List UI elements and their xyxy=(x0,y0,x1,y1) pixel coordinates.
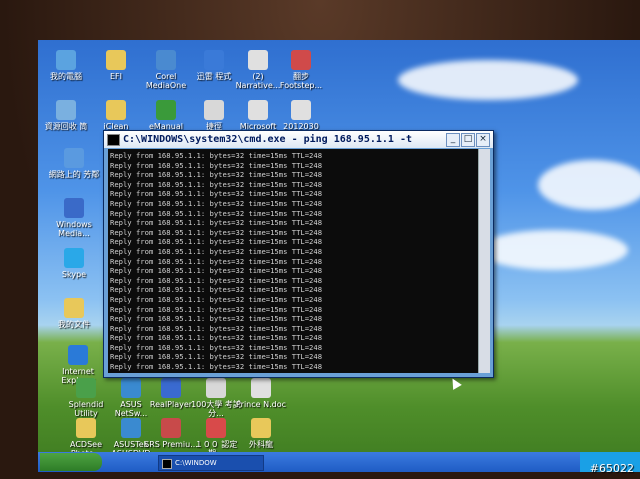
console-line: Reply from 168.95.1.1: bytes=32 time=15m… xyxy=(110,275,323,285)
console-line: Reply from 168.95.1.1: bytes=32 time=15m… xyxy=(110,314,323,324)
desktop-icon[interactable]: 我的文件 xyxy=(46,298,102,329)
console-output[interactable]: Reply from 168.95.1.1: bytes=32 time=15m… xyxy=(108,149,478,373)
desktop-icon-image xyxy=(121,378,141,398)
console-line: Reply from 168.95.1.1: bytes=32 time=15m… xyxy=(110,333,323,343)
desktop-icon-label: Corel MediaOne xyxy=(145,72,187,90)
console-line: Reply from 168.95.1.1: bytes=32 time=15m… xyxy=(110,285,323,295)
desktop-icon-image xyxy=(76,378,96,398)
console-line: Reply from 168.95.1.1: bytes=32 time=15m… xyxy=(110,323,323,333)
desktop-icon-label: 迅雷 程式 xyxy=(196,72,232,81)
desktop-icon[interactable]: Prince N.doc xyxy=(233,378,289,409)
console-line: Reply from 168.95.1.1: bytes=32 time=15m… xyxy=(110,198,323,208)
desktop-icon-image xyxy=(64,148,84,168)
cloud xyxy=(478,230,628,270)
taskbar: C:\WINDOW xyxy=(38,452,640,472)
console-line: Reply from 168.95.1.1: bytes=32 time=15m… xyxy=(110,179,323,189)
desktop-icon-image xyxy=(106,50,126,70)
watermark: #65022 xyxy=(589,462,634,475)
desktop-icon-label: 外科龍 xyxy=(249,440,273,449)
console-line: Reply from 168.95.1.1: bytes=32 time=15m… xyxy=(110,208,323,218)
desktop-icon-image xyxy=(68,345,88,365)
desktop-icon-image xyxy=(204,100,224,120)
desktop-icon-image xyxy=(206,378,226,398)
console-line: Reply from 168.95.1.1: bytes=32 time=15m… xyxy=(110,266,323,276)
console-line: Reply from 168.95.1.1: bytes=32 time=15m… xyxy=(110,170,323,180)
window-title: C:\WINDOWS\system32\cmd.exe - ping 168.9… xyxy=(123,134,412,145)
desktop-icon[interactable]: iClean xyxy=(88,100,144,131)
console-line: Reply from 168.95.1.1: bytes=32 time=15m… xyxy=(110,189,323,199)
taskbar-item-label: C:\WINDOW xyxy=(175,459,217,467)
console-line: Reply from 168.95.1.1: bytes=32 time=15m… xyxy=(110,256,323,266)
console-line: Reply from 168.95.1.1: bytes=32 time=15m… xyxy=(110,304,323,314)
desktop-icon[interactable]: 網路上的 芳鄰 xyxy=(46,148,102,179)
desktop-icon-label: Splendid Utility xyxy=(68,400,104,418)
desktop-icon-label: Prince N.doc xyxy=(235,400,287,409)
cmd-titlebar[interactable]: C:\WINDOWS\system32\cmd.exe - ping 168.9… xyxy=(104,131,493,148)
desktop-icon-label: 資源回收 筒 xyxy=(44,122,88,131)
desktop-icon-image xyxy=(64,198,84,218)
cmd-taskbar-icon xyxy=(162,459,172,469)
console-scrollbar[interactable] xyxy=(478,149,490,373)
maximize-button[interactable]: □ xyxy=(461,133,475,147)
desktop-icon-image xyxy=(76,418,96,438)
desktop-icon-image xyxy=(291,50,311,70)
desktop-icon-image xyxy=(64,248,84,268)
desktop-icon-label: Windows Media... xyxy=(56,220,92,238)
desktop-icon[interactable]: 外科龍 xyxy=(233,418,289,449)
desktop-icon[interactable]: 2012030 xyxy=(273,100,329,131)
console-line: Reply from 168.95.1.1: bytes=32 time=15m… xyxy=(110,227,323,237)
cloud xyxy=(398,60,578,100)
minimize-button[interactable]: _ xyxy=(446,133,460,147)
desktop-icon[interactable]: 我的電腦 xyxy=(38,50,94,81)
cloud xyxy=(538,160,640,210)
desktop-icon-image xyxy=(56,50,76,70)
console-line: Reply from 168.95.1.1: bytes=32 time=15m… xyxy=(110,362,323,372)
mouse-cursor-icon xyxy=(448,376,462,390)
desktop-icon-image xyxy=(204,50,224,70)
console-line: Reply from 168.95.1.1: bytes=32 time=15m… xyxy=(110,151,323,160)
desktop-icon-image xyxy=(106,100,126,120)
desktop-icon-label: RealPlayer xyxy=(149,400,193,409)
console-line: Reply from 168.95.1.1: bytes=32 time=15m… xyxy=(110,160,323,170)
desktop-icon-image xyxy=(156,100,176,120)
console-line: Reply from 168.95.1.1: bytes=32 time=15m… xyxy=(110,294,323,304)
cmd-window[interactable]: C:\WINDOWS\system32\cmd.exe - ping 168.9… xyxy=(103,130,494,390)
desktop-icon[interactable]: Skype xyxy=(46,248,102,279)
desktop-icon-image xyxy=(121,418,141,438)
desktop-icon-image xyxy=(251,378,271,398)
desktop-icon-image xyxy=(206,418,226,438)
console-line: Reply from 168.95.1.1: bytes=32 time=15m… xyxy=(110,342,323,352)
desktop-icon-image xyxy=(291,100,311,120)
desktop-icon[interactable]: 資源回收 筒 xyxy=(38,100,94,131)
desktop-icon-label: 我的電腦 xyxy=(50,72,82,81)
desktop-icon[interactable]: Windows Media... xyxy=(46,198,102,238)
console-line: Reply from 168.95.1.1: bytes=32 time=15m… xyxy=(110,218,323,228)
desktop-icon-label: 網路上的 芳鄰 xyxy=(48,170,100,179)
desktop-icon[interactable]: 翻步 Footstep... xyxy=(273,50,329,90)
desktop-icon-image xyxy=(248,50,268,70)
desktop: 我的電腦 EFI Corel MediaOne 迅雷 程式 (2) Narrative.… xyxy=(38,40,640,472)
console-line: Reply from 168.95.1.1: bytes=32 time=15m… xyxy=(110,237,323,247)
desktop-icon-image xyxy=(56,100,76,120)
desktop-icon-image xyxy=(64,298,84,318)
close-button[interactable]: × xyxy=(476,133,490,147)
desktop-icon-image xyxy=(161,378,181,398)
console-line: Reply from 168.95.1.1: bytes=32 time=15m… xyxy=(110,352,323,362)
desktop-icon-label: 翻步 Footstep... xyxy=(279,72,323,90)
desktop-icon-image xyxy=(156,50,176,70)
desktop-icon-image xyxy=(248,100,268,120)
taskbar-item-cmd[interactable]: C:\WINDOW xyxy=(158,455,264,471)
desktop-icon-image xyxy=(161,418,181,438)
desktop-icon-label: Skype xyxy=(61,270,87,279)
console-line: Reply from 168.95.1.1: bytes=32 time=15m… xyxy=(110,372,478,373)
console-line: Reply from 168.95.1.1: bytes=32 time=15m… xyxy=(110,246,323,256)
start-button[interactable] xyxy=(40,453,102,471)
cmd-app-icon xyxy=(107,134,120,146)
desktop-icon-image xyxy=(251,418,271,438)
desktop-icon-label: EFI xyxy=(109,72,122,81)
desktop-icon[interactable]: EFI xyxy=(88,50,144,81)
desktop-icon-label: 我的文件 xyxy=(58,320,90,329)
